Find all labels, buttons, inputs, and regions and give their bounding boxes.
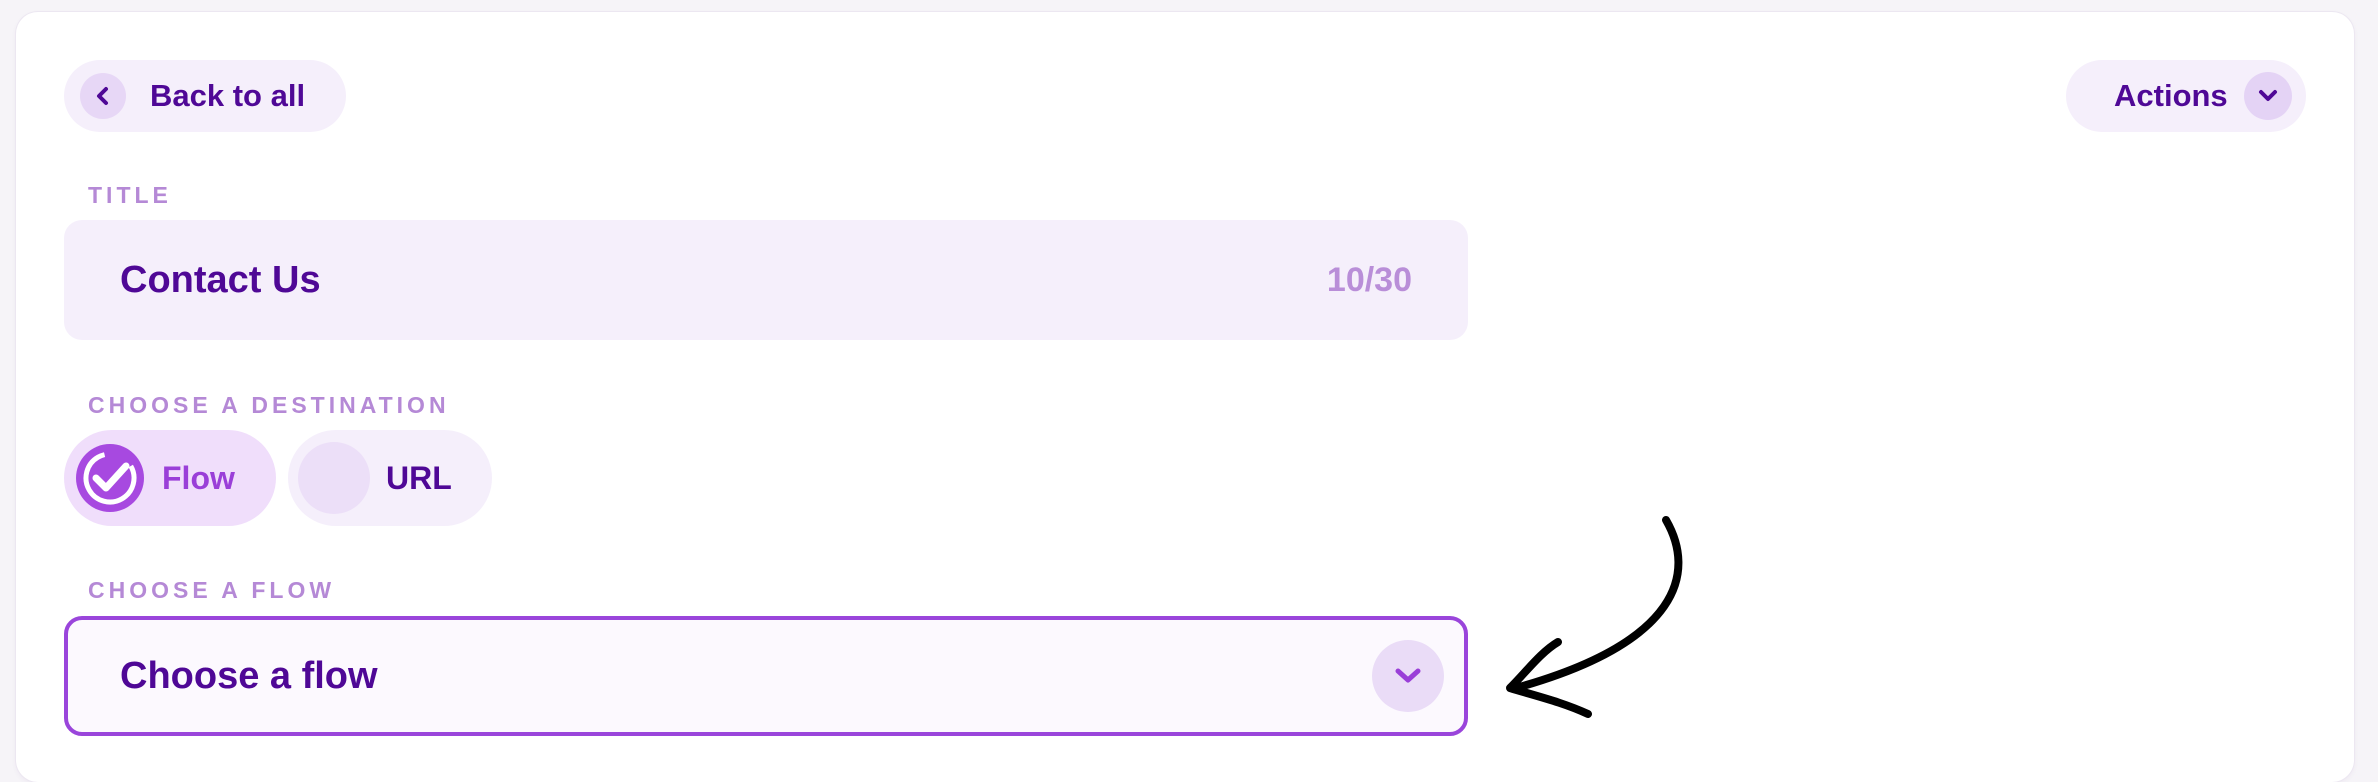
hand-drawn-arrow-icon <box>1506 516 1683 718</box>
chevron-down-icon <box>2244 72 2292 120</box>
title-char-count: 10/30 <box>1326 260 1412 299</box>
actions-label: Actions <box>2114 78 2228 113</box>
chevron-left-icon <box>80 73 126 119</box>
title-value: Contact Us <box>120 258 321 301</box>
actions-button[interactable]: Actions <box>2066 60 2306 132</box>
destination-label: CHOOSE A DESTINATION <box>88 392 450 418</box>
title-label: TITLE <box>88 182 172 208</box>
flow-select[interactable]: Choose a flow <box>64 616 1468 736</box>
chevron-down-icon <box>1372 640 1444 712</box>
back-to-all-label: Back to all <box>150 78 306 113</box>
destination-option-flow[interactable]: Flow <box>64 430 276 526</box>
flow-select-placeholder: Choose a flow <box>120 654 378 697</box>
destination-option-flow-label: Flow <box>162 459 235 496</box>
radio-empty-icon <box>298 442 370 514</box>
title-input[interactable]: Contact Us 10/30 <box>64 220 1468 340</box>
check-circle-icon <box>74 442 146 514</box>
choose-flow-label: CHOOSE A FLOW <box>88 577 336 603</box>
destination-option-url-label: URL <box>386 459 452 496</box>
back-to-all-button[interactable]: Back to all <box>64 60 346 132</box>
editor-card: Back to all Actions TITLE Contact Us 10/… <box>16 12 2354 782</box>
destination-option-url[interactable]: URL <box>288 430 492 526</box>
